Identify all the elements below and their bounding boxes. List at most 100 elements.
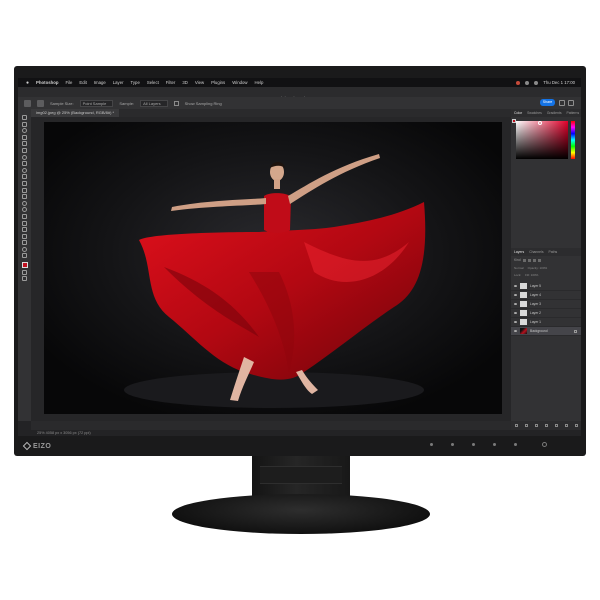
menu-edit[interactable]: Edit xyxy=(79,80,86,85)
eye-icon[interactable] xyxy=(514,321,517,323)
trash-icon[interactable] xyxy=(574,424,578,427)
apple-icon[interactable]: ● xyxy=(26,80,29,86)
edit-toolbar-icon[interactable] xyxy=(22,253,27,259)
document-tab[interactable]: img02.jpeg @ 25% (Background, RGB/8#) * xyxy=(31,109,120,117)
history-brush-icon[interactable] xyxy=(22,180,27,186)
opacity-field[interactable]: Opacity: 100% xyxy=(528,266,548,270)
foreground-color-swatch[interactable] xyxy=(21,262,28,269)
layer-row[interactable]: Layer 4 xyxy=(511,291,581,300)
clone-stamp-icon[interactable] xyxy=(22,174,27,180)
tab-gradients[interactable]: Gradients xyxy=(547,111,562,115)
eye-icon[interactable] xyxy=(514,330,517,332)
lasso-icon[interactable] xyxy=(22,128,27,134)
brand-name: EIZO xyxy=(33,442,52,450)
menu-window[interactable]: Window xyxy=(232,80,247,85)
filter-type-icon[interactable] xyxy=(532,258,536,262)
dodge-icon[interactable] xyxy=(22,207,27,213)
frame-icon[interactable] xyxy=(22,147,27,153)
record-icon[interactable] xyxy=(516,80,521,85)
quick-select-icon[interactable] xyxy=(22,134,27,140)
monitor-button[interactable] xyxy=(451,443,454,446)
menu-plugins[interactable]: Plugins xyxy=(211,80,225,85)
filter-kind-select[interactable]: Kind xyxy=(514,258,521,262)
document-canvas[interactable] xyxy=(44,122,502,414)
menu-photoshop[interactable]: Photoshop xyxy=(36,80,58,85)
menu-filter[interactable]: Filter xyxy=(166,80,176,85)
hand-icon[interactable] xyxy=(22,240,27,246)
gradient-icon[interactable] xyxy=(22,194,27,200)
filter-shape-icon[interactable] xyxy=(537,258,541,262)
eyedropper-tool-icon[interactable] xyxy=(22,154,27,160)
mask-icon[interactable] xyxy=(534,424,538,427)
adjustment-icon[interactable] xyxy=(544,424,548,427)
brush-icon[interactable] xyxy=(22,167,27,173)
menu-help[interactable]: Help xyxy=(255,80,264,85)
menu-layer[interactable]: Layer xyxy=(113,80,124,85)
menu-clock[interactable]: Thu Dec 1 17:00 xyxy=(543,80,575,85)
pen-icon[interactable] xyxy=(22,213,27,219)
home-icon[interactable] xyxy=(24,99,31,107)
screen-mode-icon[interactable] xyxy=(22,276,27,282)
wifi-icon[interactable] xyxy=(525,80,530,85)
monitor-button[interactable] xyxy=(430,443,433,446)
layer-row[interactable]: Layer 3 xyxy=(511,300,581,309)
layer-row-background[interactable]: Background xyxy=(511,327,581,336)
hue-slider[interactable] xyxy=(571,121,575,159)
rectangle-icon[interactable] xyxy=(22,233,27,239)
healing-brush-icon[interactable] xyxy=(22,161,27,167)
link-icon[interactable] xyxy=(514,424,518,427)
fx-icon[interactable] xyxy=(524,424,528,427)
blend-mode-select[interactable]: Normal xyxy=(514,266,524,270)
zoom-icon[interactable] xyxy=(22,246,27,252)
layer-row[interactable]: Layer 5 xyxy=(511,282,581,291)
search-icon[interactable] xyxy=(559,100,565,106)
monitor-button[interactable] xyxy=(472,443,475,446)
tab-color[interactable]: Color xyxy=(514,111,522,115)
color-picker-field[interactable] xyxy=(516,121,568,159)
eyedropper-icon[interactable] xyxy=(37,99,44,107)
fill-field[interactable]: Fill: 100% xyxy=(525,273,538,277)
move-icon[interactable] xyxy=(22,115,27,120)
crop-icon[interactable] xyxy=(22,141,27,147)
filter-adjust-icon[interactable] xyxy=(527,258,531,262)
eye-icon[interactable] xyxy=(514,285,517,287)
lock-label: Lock: xyxy=(514,272,522,277)
quick-mask-icon[interactable] xyxy=(22,269,27,275)
tab-layers[interactable]: Layers xyxy=(514,250,524,254)
menu-file[interactable]: File xyxy=(65,80,72,85)
eye-icon[interactable] xyxy=(514,312,517,314)
monitor-button[interactable] xyxy=(514,443,517,446)
tab-swatches[interactable]: Swatches xyxy=(527,111,542,115)
show-ring-checkbox[interactable] xyxy=(173,100,179,106)
power-icon[interactable] xyxy=(542,442,547,447)
monitor-button[interactable] xyxy=(493,443,496,446)
share-button[interactable]: Share xyxy=(540,99,555,106)
layer-row[interactable]: Layer 1 xyxy=(511,318,581,327)
eye-icon[interactable] xyxy=(514,303,517,305)
color-picker-cursor[interactable] xyxy=(538,121,542,125)
menu-view[interactable]: View xyxy=(195,80,204,85)
eye-icon[interactable] xyxy=(514,294,517,296)
blur-icon[interactable] xyxy=(22,200,27,206)
eraser-icon[interactable] xyxy=(22,187,27,193)
filter-pixel-icon[interactable] xyxy=(522,258,526,262)
sample-select[interactable]: All Layers xyxy=(140,99,168,107)
menu-bar: ● Photoshop File Edit Image Layer Type S… xyxy=(18,78,581,87)
sample-size-select[interactable]: Point Sample xyxy=(79,99,114,107)
tab-channels[interactable]: Channels xyxy=(529,250,543,254)
menu-3d[interactable]: 3D xyxy=(182,80,188,85)
menu-image[interactable]: Image xyxy=(94,80,106,85)
marquee-icon[interactable] xyxy=(22,121,27,127)
layer-row[interactable]: Layer 2 xyxy=(511,309,581,318)
menu-type[interactable]: Type xyxy=(131,80,140,85)
tab-paths[interactable]: Paths xyxy=(549,250,558,254)
new-layer-icon[interactable] xyxy=(564,424,568,427)
search-icon[interactable] xyxy=(534,80,539,85)
type-icon[interactable] xyxy=(22,220,27,226)
canvas-area[interactable] xyxy=(31,117,511,421)
workspace-icon[interactable] xyxy=(568,100,574,106)
folder-icon[interactable] xyxy=(554,424,558,427)
menu-select[interactable]: Select xyxy=(147,80,159,85)
path-select-icon[interactable] xyxy=(22,227,27,233)
tab-patterns[interactable]: Patterns xyxy=(567,111,580,115)
